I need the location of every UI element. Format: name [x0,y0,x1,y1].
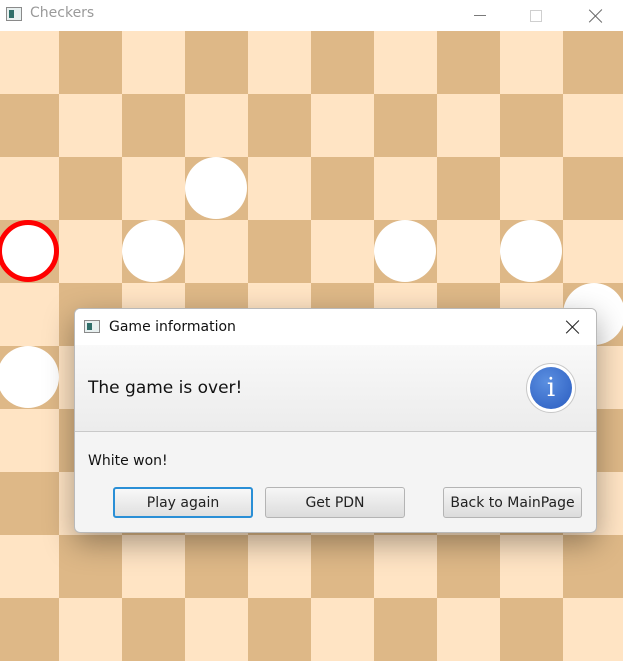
get-pdn-button[interactable]: Get PDN [265,487,405,518]
minimize-button[interactable] [457,0,503,31]
dark-square[interactable] [374,598,437,661]
light-square[interactable] [122,157,185,220]
dark-square[interactable] [563,31,623,94]
light-square[interactable] [185,598,248,661]
dark-square[interactable] [437,157,500,220]
light-square[interactable] [500,31,563,94]
dark-square[interactable] [311,535,374,598]
app-icon [6,7,22,21]
dark-square[interactable] [248,220,311,283]
light-square[interactable] [248,31,311,94]
app-icon [84,320,100,333]
maximize-button[interactable] [513,0,559,31]
light-square[interactable] [59,598,122,661]
dialog-title: Game information [109,319,236,335]
dark-square[interactable] [563,157,623,220]
light-square[interactable] [248,535,311,598]
dark-square[interactable] [0,472,59,535]
dark-square[interactable] [122,94,185,157]
light-square[interactable] [0,409,59,472]
light-square[interactable] [311,598,374,661]
light-square[interactable] [563,94,623,157]
info-icon-glyph: i [530,367,572,409]
dialog-close-button[interactable] [557,315,589,339]
light-square[interactable] [374,535,437,598]
dark-square[interactable] [500,94,563,157]
light-square[interactable] [437,220,500,283]
dark-square[interactable] [0,598,59,661]
light-square[interactable] [311,220,374,283]
dark-square[interactable] [311,157,374,220]
light-square[interactable] [374,157,437,220]
dark-square[interactable] [437,535,500,598]
dark-square[interactable] [122,598,185,661]
window-title: Checkers [30,5,95,21]
light-square[interactable] [374,31,437,94]
dark-square[interactable] [248,94,311,157]
light-square[interactable] [563,598,623,661]
light-square[interactable] [0,283,59,346]
minimize-icon [474,15,486,16]
maximize-icon [530,9,542,22]
white-piece-selected[interactable] [0,220,59,282]
light-square[interactable] [437,598,500,661]
close-button[interactable] [573,0,619,31]
light-square[interactable] [437,94,500,157]
light-square[interactable] [0,31,59,94]
light-square[interactable] [248,157,311,220]
light-square[interactable] [122,535,185,598]
dark-square[interactable] [500,598,563,661]
dialog-titlebar: Game information [75,309,596,345]
white-piece[interactable] [0,346,59,408]
light-square[interactable] [185,94,248,157]
light-square[interactable] [0,157,59,220]
light-square[interactable] [500,535,563,598]
light-square[interactable] [185,220,248,283]
dialog-header-text: The game is over! [88,378,243,398]
dark-square[interactable] [59,157,122,220]
dark-square[interactable] [0,94,59,157]
dark-square[interactable] [437,31,500,94]
light-square[interactable] [311,94,374,157]
dark-square[interactable] [59,31,122,94]
light-square[interactable] [122,31,185,94]
close-icon [589,9,603,23]
game-information-dialog: Game information The game is over! i Whi… [74,308,597,533]
dialog-header: The game is over! i [75,345,596,432]
white-piece[interactable] [122,220,184,282]
play-again-button[interactable]: Play again [113,487,253,518]
back-to-mainpage-button[interactable]: Back to MainPage [443,487,582,518]
dark-square[interactable] [185,31,248,94]
dark-square[interactable] [311,31,374,94]
light-square[interactable] [500,157,563,220]
info-icon: i [526,363,576,413]
light-square[interactable] [59,220,122,283]
dark-square[interactable] [248,598,311,661]
white-piece[interactable] [374,220,436,282]
light-square[interactable] [59,94,122,157]
dark-square[interactable] [185,535,248,598]
light-square[interactable] [563,220,623,283]
dark-square[interactable] [563,535,623,598]
white-piece[interactable] [500,220,562,282]
light-square[interactable] [0,535,59,598]
dark-square[interactable] [374,94,437,157]
close-icon [566,320,580,334]
window-titlebar: Checkers [0,0,623,31]
white-piece[interactable] [185,157,247,219]
dialog-content-text: White won! [88,453,168,469]
dark-square[interactable] [59,535,122,598]
